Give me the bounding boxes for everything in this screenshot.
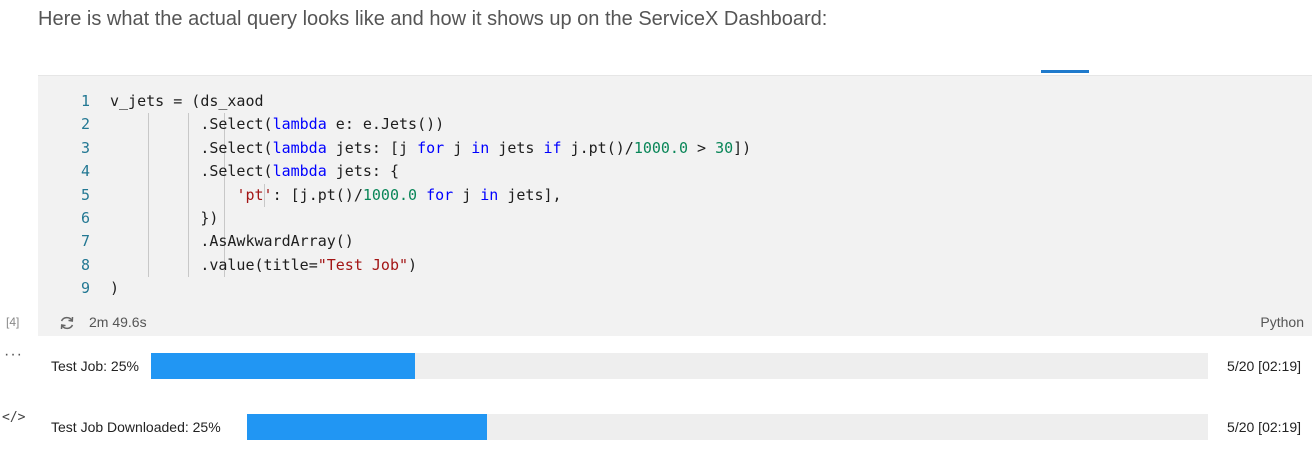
progress-status: 5/20 [02:19] bbox=[1227, 419, 1301, 435]
code-text[interactable]: }) bbox=[110, 207, 218, 230]
line-number: 4 bbox=[80, 162, 90, 181]
progress-track bbox=[151, 353, 1208, 379]
code-text[interactable]: .value(title="Test Job") bbox=[110, 254, 417, 277]
code-text[interactable]: .Select(lambda jets: [j for j in jets if… bbox=[110, 137, 751, 160]
intro-text: Here is what the actual query looks like… bbox=[38, 8, 828, 30]
code-text[interactable]: .Select(lambda jets: { bbox=[110, 160, 399, 183]
line-number: 2 bbox=[80, 115, 90, 134]
code-text[interactable]: .Select(lambda e: e.Jets()) bbox=[110, 113, 444, 136]
progress-status: 5/20 [02:19] bbox=[1227, 358, 1301, 374]
code-text[interactable]: 'pt': [j.pt()/1000.0 for j in jets], bbox=[110, 184, 561, 207]
progress-fill bbox=[151, 353, 416, 379]
code-text[interactable]: ) bbox=[110, 277, 119, 300]
line-number: 5 bbox=[80, 185, 90, 204]
line-number: 1 bbox=[80, 92, 90, 110]
progress-label: Test Job Downloaded: 25% bbox=[51, 419, 221, 435]
line-number: 3 bbox=[80, 138, 90, 157]
ellipsis-icon[interactable]: ··· bbox=[4, 346, 23, 364]
code-text[interactable]: v_jets = (ds_xaod bbox=[110, 90, 264, 113]
language-label[interactable]: Python bbox=[1260, 314, 1304, 330]
execution-count: [4] bbox=[6, 315, 20, 329]
code-icon[interactable]: </> bbox=[2, 410, 25, 425]
progress-track bbox=[247, 414, 1208, 440]
progress-bar-row: Test Job Downloaded: 25% 5/20 [02:19] bbox=[51, 414, 1301, 440]
line-number: 9 bbox=[80, 279, 90, 298]
execution-time: 2m 49.6s bbox=[89, 314, 147, 330]
notebook-page: Here is what the actual query looks like… bbox=[0, 0, 1312, 455]
focus-indicator bbox=[1041, 70, 1089, 73]
code-text[interactable]: .AsAwkwardArray() bbox=[110, 230, 354, 253]
progress-label: Test Job: 25% bbox=[51, 358, 139, 374]
line-number: 6 bbox=[80, 208, 90, 227]
refresh-icon bbox=[60, 316, 74, 330]
progress-fill bbox=[247, 414, 488, 440]
code-cell[interactable]: 1 v_jets = (ds_xaod 2 .Select(lambda e: e.… bbox=[38, 75, 1312, 336]
line-number: 8 bbox=[80, 255, 90, 274]
progress-bar-row: Test Job: 25% 5/20 [02:19] bbox=[51, 353, 1301, 379]
line-number: 7 bbox=[80, 232, 90, 251]
